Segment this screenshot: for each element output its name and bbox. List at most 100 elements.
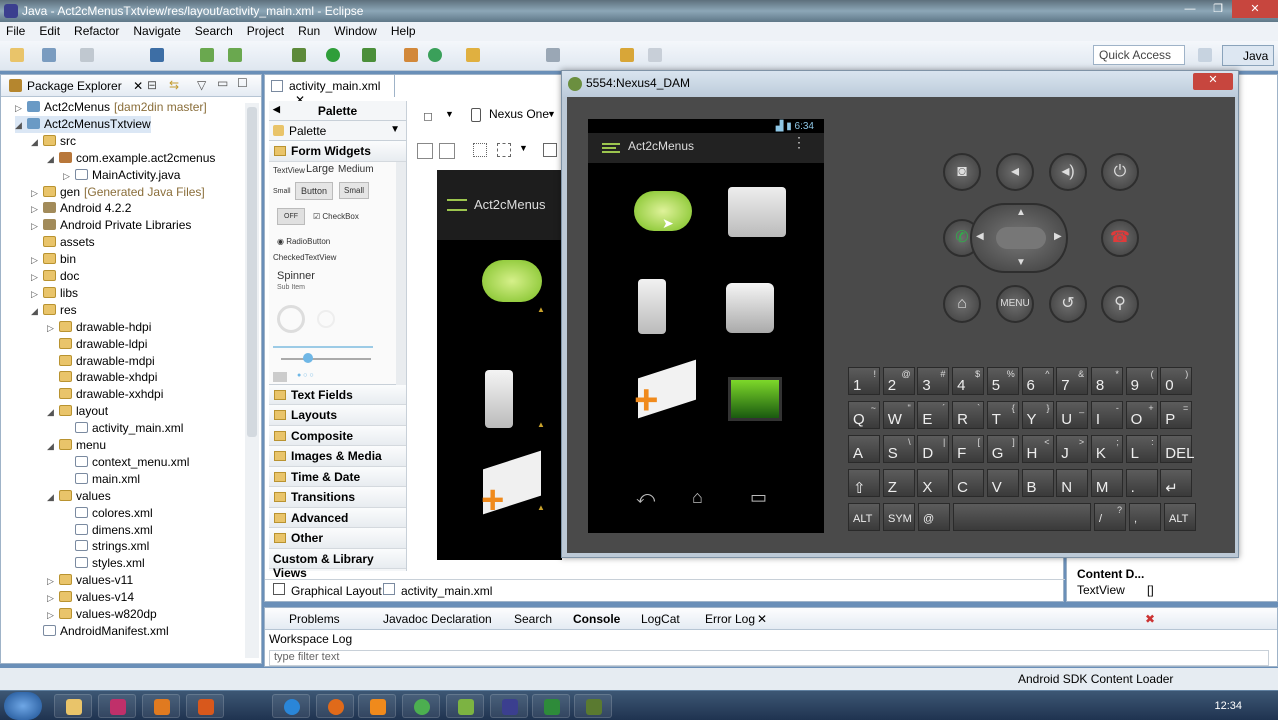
tree-item[interactable]: context_menu.xml: [63, 454, 189, 471]
keyboard-key[interactable]: P =: [1160, 401, 1193, 429]
close-error-log-icon[interactable]: ✕: [757, 612, 767, 626]
widget-large-text[interactable]: Large: [306, 163, 334, 175]
hw-menu-button[interactable]: MENU: [996, 285, 1034, 323]
package-box-icon[interactable]: [728, 187, 786, 237]
device-selector[interactable]: Nexus One: [489, 107, 549, 121]
category-time-date[interactable]: Time & Date: [269, 466, 406, 487]
expand-arrow-icon[interactable]: ▷: [47, 320, 59, 337]
keyboard-key[interactable]: 6 ^: [1021, 367, 1054, 395]
forward-icon[interactable]: [648, 48, 662, 62]
graphical-layout-tab[interactable]: Graphical Layout: [291, 584, 382, 598]
tree-item[interactable]: main.xml: [63, 471, 140, 488]
tree-item[interactable]: ▷ libs: [31, 285, 78, 302]
keyboard-key[interactable]: @: [918, 503, 950, 531]
widget-button[interactable]: Button: [295, 181, 334, 200]
next-annotation-icon[interactable]: [546, 48, 560, 62]
expand-arrow-icon[interactable]: ▷: [31, 201, 43, 218]
widget-checked-textview[interactable]: CheckedTextView: [273, 253, 336, 262]
tab-console[interactable]: Console: [573, 612, 620, 626]
widget-toggle-button[interactable]: OFF: [277, 207, 305, 225]
hw-home-button[interactable]: ⌂: [943, 285, 981, 323]
menu-navigate[interactable]: Navigate: [133, 22, 188, 41]
menu-file[interactable]: File: [6, 22, 33, 41]
keyboard-key[interactable]: R `: [952, 401, 985, 429]
keyboard-key[interactable]: 8 *: [1090, 367, 1123, 395]
start-button[interactable]: [4, 692, 42, 720]
taskbar-app-4[interactable]: [186, 694, 224, 718]
config-chooser-icon[interactable]: ◻: [423, 109, 433, 123]
keyboard-key[interactable]: K;: [1090, 435, 1123, 463]
menu-window[interactable]: Window: [334, 22, 385, 41]
clear-log-icon[interactable]: ✖: [1145, 612, 1155, 626]
tree-item[interactable]: ◢ values: [47, 488, 111, 505]
keyboard-key[interactable]: 2 @: [882, 367, 915, 395]
expand-arrow-icon[interactable]: ◢: [47, 151, 59, 168]
widget-medium-text[interactable]: Medium: [338, 164, 374, 175]
hw-camera-button[interactable]: ◙: [943, 153, 981, 191]
tree-item[interactable]: ▷ Act2cMenus [dam2din master]: [15, 99, 207, 116]
tree-item[interactable]: ▷ values-w820dp: [47, 606, 157, 623]
tab-javadoc[interactable]: Javadoc: [383, 612, 428, 626]
widget-small-text[interactable]: Small: [273, 188, 291, 195]
keyboard-key[interactable]: U _: [1056, 401, 1089, 429]
category-images-media[interactable]: Images & Media: [269, 446, 406, 467]
widget-textview[interactable]: TextView: [273, 166, 305, 175]
keyboard-key[interactable]: 4 $: [952, 367, 985, 395]
widget-radio-button[interactable]: ◉ RadioButton: [277, 237, 330, 246]
tree-item[interactable]: ▷ values-v11: [47, 572, 133, 589]
widget-small-button[interactable]: Small: [339, 181, 370, 199]
tree-item[interactable]: assets: [31, 234, 95, 251]
keyboard-key[interactable]: 3 #: [917, 367, 950, 395]
keyboard-key[interactable]: N: [1056, 469, 1089, 497]
taskbar-chrome[interactable]: [402, 694, 440, 718]
tree-item[interactable]: drawable-ldpi: [47, 336, 147, 353]
editor-tab[interactable]: activity_main.xml ✕: [265, 75, 395, 107]
tree-item[interactable]: ▷ gen [Generated Java Files]: [31, 184, 205, 201]
keyboard-key[interactable]: 0): [1160, 367, 1193, 395]
dpad-center-button[interactable]: [996, 227, 1046, 249]
menu-project[interactable]: Project: [247, 22, 292, 41]
hw-back-button[interactable]: ↺: [1049, 285, 1087, 323]
taskbar-eclipse[interactable]: [490, 694, 528, 718]
keyboard-key[interactable]: ↵: [1160, 469, 1193, 497]
tab-search[interactable]: Search: [514, 612, 552, 626]
category-layouts[interactable]: Layouts: [269, 405, 406, 426]
tree-item[interactable]: styles.xml: [63, 555, 145, 572]
menu-help[interactable]: Help: [391, 22, 424, 41]
widget-seekbar[interactable]: [281, 357, 371, 360]
keyboard-key[interactable]: O +: [1125, 401, 1158, 429]
menu-run[interactable]: Run: [298, 22, 328, 41]
keyboard-key[interactable]: X: [917, 469, 950, 497]
collapse-all-icon[interactable]: ⊟: [147, 78, 157, 92]
widget-rating-bar[interactable]: ● ○ ○: [297, 372, 314, 379]
expand-arrow-icon[interactable]: ▷: [47, 590, 59, 607]
tree-item[interactable]: ◢ res: [31, 302, 77, 319]
menu-edit[interactable]: Edit: [39, 22, 68, 41]
keyboard-key[interactable]: /?: [1094, 503, 1126, 531]
keyboard-key[interactable]: I-: [1090, 401, 1123, 429]
hw-volume-down-button[interactable]: ◂: [996, 153, 1034, 191]
grid-icon[interactable]: [473, 143, 487, 157]
keyboard-key[interactable]: W ": [882, 401, 915, 429]
widget-progress-horizontal[interactable]: [273, 345, 373, 348]
tree-item[interactable]: ◢ layout: [47, 403, 108, 420]
keyboard-key[interactable]: D |: [917, 435, 950, 463]
android-sdk-icon[interactable]: [200, 48, 214, 62]
keyboard-key[interactable]: 5%: [986, 367, 1019, 395]
chart-monitor-icon[interactable]: [728, 377, 782, 421]
keyboard-key[interactable]: ALT: [848, 503, 880, 531]
taskbar-explorer[interactable]: [54, 694, 92, 718]
quick-access-input[interactable]: Quick Access: [1093, 45, 1185, 65]
open-type-icon[interactable]: [466, 48, 480, 62]
maximize-view-icon[interactable]: ☐: [237, 76, 248, 90]
expand-arrow-icon[interactable]: ▷: [47, 573, 59, 590]
tab-error-log[interactable]: Error Log: [705, 612, 755, 626]
taskbar-app-11[interactable]: [574, 694, 612, 718]
property-value[interactable]: []: [1147, 583, 1154, 597]
keyboard-key[interactable]: S \: [882, 435, 915, 463]
tree-item[interactable]: ▷ doc: [31, 268, 79, 285]
tree-item[interactable]: drawable-mdpi: [47, 353, 155, 370]
keyboard-key[interactable]: B: [1021, 469, 1054, 497]
tree-scrollbar[interactable]: [245, 103, 259, 658]
menu-refactor[interactable]: Refactor: [74, 22, 127, 41]
